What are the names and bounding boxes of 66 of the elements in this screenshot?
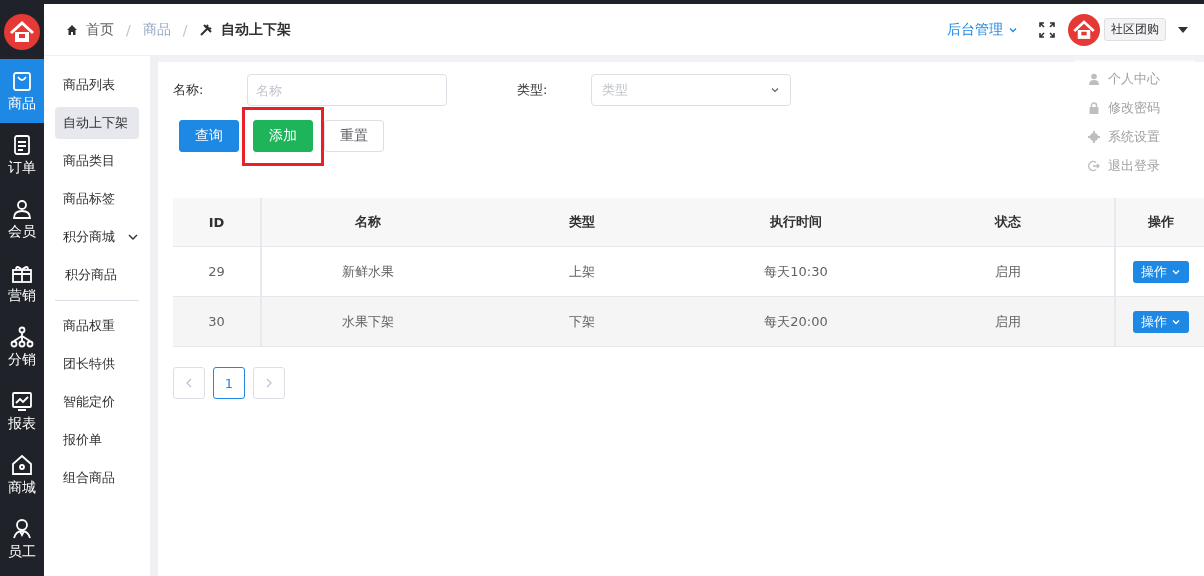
column-header: 执行时间	[690, 198, 902, 247]
column-header: 操作	[1115, 198, 1204, 247]
column-header: 类型	[474, 198, 690, 247]
nav-item[interactable]: 报表	[0, 379, 44, 443]
submenu-item[interactable]: 商品权重	[55, 310, 139, 342]
user-icon	[1088, 72, 1100, 85]
breadcrumb-separator: /	[126, 21, 131, 38]
submenu-item[interactable]: 商品列表	[55, 69, 139, 101]
table-cell: 新鲜水果	[261, 246, 474, 297]
submenu-item[interactable]: 商品类目	[55, 145, 139, 177]
table-cell: 启用	[902, 296, 1115, 347]
chart-icon	[10, 389, 34, 413]
avatar-logo-icon[interactable]	[1068, 13, 1100, 46]
network-icon	[10, 325, 34, 349]
table-cell: 启用	[902, 246, 1115, 297]
column-header: 状态	[902, 198, 1115, 247]
breadcrumb-link[interactable]: 首页	[86, 20, 114, 39]
nav-item[interactable]: 分销	[0, 315, 44, 379]
submenu-item[interactable]: 组合商品	[55, 462, 139, 494]
submenu-item[interactable]: 商品标签	[55, 183, 139, 215]
table-cell: 30	[173, 296, 261, 347]
action-button[interactable]: 查询	[179, 120, 239, 152]
column-header: 名称	[261, 198, 474, 247]
chevron-down-icon	[770, 85, 780, 95]
house-icon	[10, 453, 34, 477]
submenu-item[interactable]: 智能定价	[55, 386, 139, 418]
table-cell: 水果下架	[261, 296, 474, 347]
nav-item[interactable]: 商品	[0, 59, 44, 123]
nav-item[interactable]: 会员	[0, 187, 44, 251]
admin-menu-dropdown[interactable]: 后台管理	[947, 20, 1018, 39]
chevron-left-icon	[185, 378, 193, 388]
home-icon	[66, 23, 78, 36]
submenu-item[interactable]: 自动上下架	[55, 107, 139, 139]
table-cell: 每天10:30	[690, 246, 902, 297]
table-cell: 上架	[474, 246, 690, 297]
settings-icon	[1088, 130, 1100, 143]
nav-item[interactable]: 员工	[0, 507, 44, 571]
breadcrumb-link[interactable]: 自动上下架	[221, 20, 292, 39]
nav-item[interactable]: 营销	[0, 251, 44, 315]
submenu-item[interactable]: 报价单	[55, 424, 139, 456]
logout-icon	[1088, 159, 1100, 172]
breadcrumb-separator: /	[182, 21, 188, 38]
operate-dropdown-button[interactable]: 操作	[1133, 260, 1189, 283]
submenu-item[interactable]: 积分商品	[55, 259, 139, 291]
fullscreen-icon[interactable]	[1038, 20, 1056, 39]
filter-label: 类型:	[517, 81, 549, 99]
person-icon	[10, 197, 34, 221]
tools-icon	[199, 22, 214, 37]
action-button[interactable]: 重置	[324, 120, 384, 152]
nav-item[interactable]: 商城	[0, 443, 44, 507]
table-cell: 每天20:00	[690, 296, 902, 347]
shop-name-tag: 社区团购	[1104, 18, 1166, 41]
filter-label: 名称:	[173, 81, 205, 99]
lock-icon	[1088, 101, 1100, 114]
operate-dropdown-button[interactable]: 操作	[1133, 310, 1189, 333]
caret-icon[interactable]	[1178, 26, 1188, 33]
bag-icon	[10, 69, 34, 93]
submenu-item[interactable]: 团长特供	[55, 348, 139, 380]
page-button[interactable]: 1	[213, 367, 245, 399]
column-header: ID	[173, 198, 261, 247]
person-icon	[10, 517, 34, 541]
chevron-right-icon	[265, 378, 273, 388]
nav-item[interactable]: 订单	[0, 123, 44, 187]
name-input-field[interactable]: 名称	[247, 74, 447, 106]
table-cell: 下架	[474, 296, 690, 347]
submenu-item[interactable]: 积分商城	[55, 221, 139, 253]
